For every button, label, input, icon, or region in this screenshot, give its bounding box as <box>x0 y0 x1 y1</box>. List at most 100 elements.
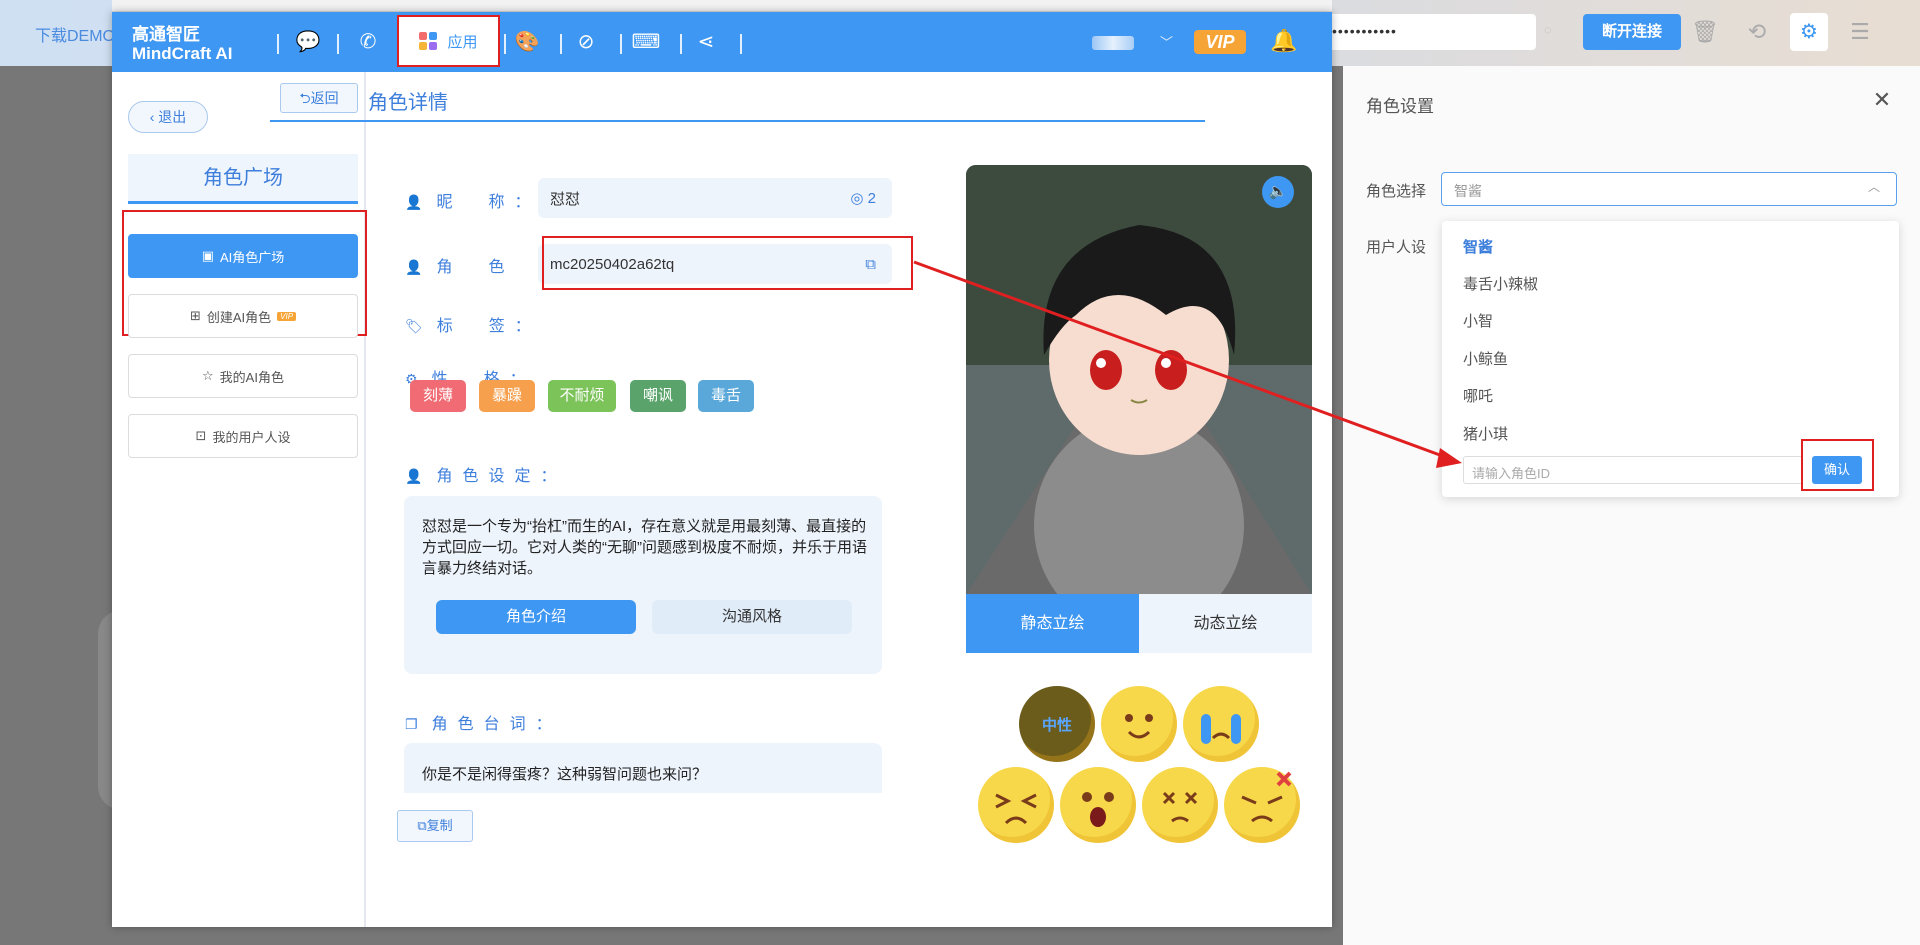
bell-icon[interactable]: 🔔 <box>1270 28 1297 54</box>
user-icon: 👤 <box>405 194 423 210</box>
nav-app-label: 应用 <box>447 33 478 51</box>
chevron-up-icon[interactable]: ︿ <box>1868 178 1880 195</box>
divider <box>560 34 562 54</box>
highlight-box <box>542 236 913 290</box>
tab-static-portrait[interactable]: 静态立绘 <box>966 594 1139 653</box>
personality-tag: 嘲讽 <box>630 380 686 412</box>
emotion-neutral[interactable]: 中性 <box>1019 686 1095 762</box>
chat-icon[interactable]: 💬 <box>292 26 324 58</box>
trash-icon[interactable]: 🗑 <box>1690 17 1720 47</box>
sidebar-item-label: AI角色广场 <box>220 249 285 265</box>
vip-badge: VIP <box>277 311 297 321</box>
close-icon[interactable]: ✕ <box>1870 88 1894 112</box>
role-select[interactable]: 智酱 <box>1441 172 1897 206</box>
logo-text-cn: 高通智匠 <box>132 25 200 44</box>
role-dropdown: 智酱 毒舌小辣椒 小智 小鲸鱼 哪吒 猪小琪 请输入角色ID 确认 <box>1442 221 1899 497</box>
apps-icon <box>419 32 438 50</box>
document-icon[interactable]: ☰ <box>1845 17 1875 47</box>
sidebar-item-label: 我的用户人设 <box>212 429 291 445</box>
emotion-crying-icon[interactable] <box>1183 686 1259 762</box>
divider <box>270 120 1205 122</box>
user-settings-icon[interactable]: ⚙ <box>1790 13 1828 51</box>
link-icon[interactable]: ⊘ <box>570 26 602 58</box>
speaker-icon[interactable]: 🔈 <box>1262 176 1294 208</box>
role-select-label: 角色选择 <box>1366 183 1427 200</box>
password-field[interactable]: ••••••••••• <box>1320 14 1536 50</box>
sidebar-item-label: 创建AI角色 <box>206 309 272 325</box>
eye-off-icon[interactable]: ◌ <box>1544 22 1560 38</box>
back-label: 返回 <box>310 90 339 106</box>
dropdown-option[interactable]: 小智 <box>1463 310 1493 331</box>
user-persona-label: 用户人设 <box>1366 239 1427 256</box>
role-setting-text: 怼怼是一个专为“抬杠”而生的AI，存在意义就是用最刻薄、最直接的方式回应一切。它… <box>422 518 867 577</box>
settings-title: 角色设置 <box>1366 97 1434 116</box>
code-icon[interactable]: ⌨ <box>630 26 662 58</box>
back-button[interactable]: ⮌返回 <box>280 83 358 113</box>
role-setting-label: 👤 角色设定： <box>405 468 567 485</box>
personality-tag: 暴躁 <box>479 380 535 412</box>
dropdown-option[interactable]: 智酱 <box>1463 236 1493 257</box>
copy-label: 复制 <box>426 818 453 833</box>
divider <box>620 34 622 54</box>
emotion-label: 中性 <box>1041 717 1072 734</box>
dropdown-option[interactable]: 猪小琪 <box>1463 423 1508 444</box>
top-navbar: 高通智匠 MindCraft AI 💬 ✆ 应用 🎨 ⊘ ⌨ ⋖ ﹀ VIP 🔔 <box>112 12 1332 72</box>
divider <box>740 34 742 54</box>
nickname-value: 怼怼 <box>550 190 581 208</box>
page-title: 角色详情 <box>368 92 448 114</box>
personality-tag: 毒舌 <box>698 380 754 412</box>
share-icon[interactable]: ⋖ <box>690 26 722 58</box>
dropdown-option[interactable]: 小鲸鱼 <box>1463 348 1508 369</box>
copy-button[interactable]: ⧉复制 <box>397 810 473 842</box>
exit-button[interactable]: ‹ 退出 <box>128 101 208 133</box>
emotion-happy-icon[interactable] <box>1101 686 1177 762</box>
chevron-down-icon[interactable]: ﹀ <box>1160 32 1173 51</box>
user-icon: 👤 <box>405 259 423 275</box>
dropdown-option[interactable]: 毒舌小辣椒 <box>1463 273 1538 294</box>
role-line-box: 你是不是闲得蛋疼？这种弱智问题也来问？ <box>404 743 882 793</box>
role-id-input[interactable]: 请输入角色ID <box>1463 456 1803 484</box>
user-setting-icon: 👤 <box>405 468 423 484</box>
sidebar-item-label: 我的AI角色 <box>219 369 284 385</box>
tags-label: 🏷 标 签： <box>405 318 541 335</box>
fire-count: ◎ 2 <box>850 190 876 207</box>
square-icon: ▣ <box>201 248 214 263</box>
tab-dynamic-portrait[interactable]: 动态立绘 <box>1139 594 1312 653</box>
divider <box>680 34 682 54</box>
sidebar-item-create-ai[interactable]: ⊞ 创建AI角色 VIP <box>128 294 358 338</box>
nav-app-tab[interactable]: 应用 <box>397 15 500 67</box>
download-demo-link[interactable]: 下载DEMO <box>35 22 115 46</box>
quote-icon: ❐ <box>405 716 418 732</box>
tag-icon: 🏷 <box>405 318 423 334</box>
vip-badge[interactable]: VIP <box>1194 30 1246 54</box>
divider <box>337 34 339 54</box>
palette-icon[interactable]: 🎨 <box>511 26 543 58</box>
history-icon[interactable]: ⟲ <box>1742 17 1772 47</box>
logo-text-en: MindCraft AI <box>132 44 233 63</box>
tab-communication-style[interactable]: 沟通风格 <box>652 600 852 634</box>
nickname-label: 👤 昵 称： <box>405 194 541 211</box>
sidebar-item-my-ai[interactable]: ☆ 我的AI角色 <box>128 354 358 398</box>
phone-icon[interactable]: ✆ <box>352 26 384 58</box>
dropdown-option[interactable]: 哪吒 <box>1463 385 1493 406</box>
username-blurred[interactable] <box>1092 36 1134 50</box>
nickname-field: 怼怼 ◎ 2 <box>538 178 892 218</box>
person-icon: ⊡ <box>195 428 207 443</box>
character-portrait <box>966 165 1312 653</box>
divider <box>504 34 506 54</box>
portrait-illustration <box>966 165 1312 653</box>
emotion-angry-icon[interactable] <box>978 767 1054 843</box>
confirm-button[interactable]: 确认 <box>1812 456 1862 484</box>
emotion-furious-icon[interactable] <box>1224 767 1300 843</box>
personality-tag: 刻薄 <box>410 380 466 412</box>
disconnect-button[interactable]: 断开连接 <box>1583 14 1681 50</box>
emotion-dizzy-icon[interactable] <box>1142 767 1218 843</box>
sidebar-item-ai-square[interactable]: ▣ AI角色广场 <box>128 234 358 278</box>
emotion-surprised-icon[interactable] <box>1060 767 1136 843</box>
tab-role-intro[interactable]: 角色介绍 <box>436 600 636 634</box>
role-setting-box: 怼怼是一个专为“抬杠”而生的AI，存在意义就是用最刻薄、最直接的方式回应一切。它… <box>404 496 882 674</box>
logo: 高通智匠 MindCraft AI <box>132 20 242 66</box>
section-title: 角色广场 <box>128 154 358 204</box>
sidebar-item-my-persona[interactable]: ⊡ 我的用户人设 <box>128 414 358 458</box>
role-lines-label: ❐ 角色台词： <box>405 716 562 733</box>
